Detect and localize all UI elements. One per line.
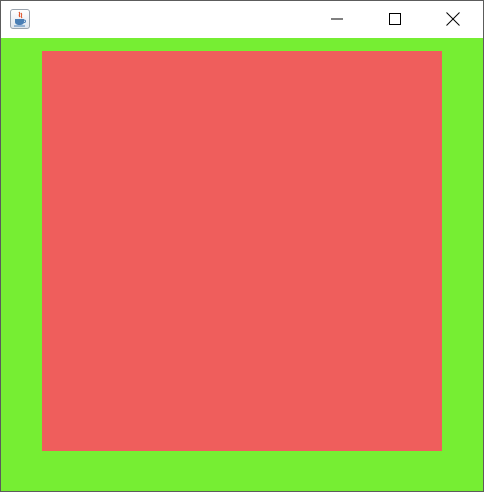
drawing-canvas (1, 38, 483, 491)
minimize-icon (331, 18, 343, 20)
maximize-icon (389, 13, 401, 25)
close-button[interactable] (424, 1, 482, 37)
java-cup-icon[interactable] (10, 9, 30, 29)
app-window (0, 0, 484, 492)
minimize-button[interactable] (308, 1, 366, 37)
close-icon (446, 12, 460, 26)
maximize-button[interactable] (366, 1, 424, 37)
red-square (42, 51, 442, 451)
title-bar[interactable] (1, 1, 483, 38)
